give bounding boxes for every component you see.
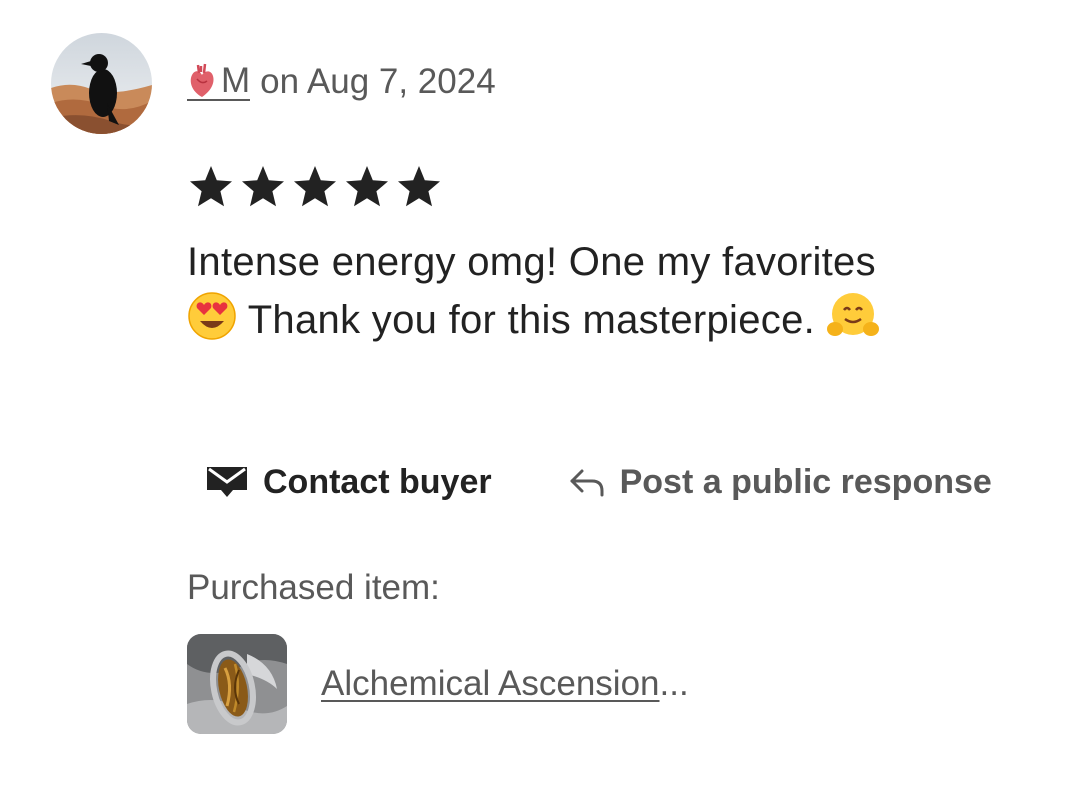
purchased-item-title: Alchemical Ascension	[321, 664, 660, 703]
purchased-item-link[interactable]: Alchemical Ascension...	[321, 664, 689, 704]
review-text: Intense energy omg! One my favorites Tha…	[187, 234, 1067, 349]
review-text-line-2: Thank you for this masterpiece.	[187, 291, 1067, 349]
star-icon	[346, 166, 388, 207]
star-icon	[190, 166, 232, 207]
raven-avatar-image	[51, 33, 152, 134]
reviewer-avatar[interactable]	[51, 33, 152, 134]
review-header: M on Aug 7, 2024	[187, 58, 496, 106]
heart-eyes-emoji-icon	[188, 292, 236, 340]
purchased-item-label: Purchased item:	[187, 568, 440, 607]
star-icon	[242, 166, 284, 207]
post-public-response-button[interactable]: Post a public response	[568, 463, 992, 502]
contact-buyer-button[interactable]: Contact buyer	[205, 463, 492, 502]
review-text-line-1: Intense energy omg! One my favorites	[187, 240, 876, 284]
purchased-item-ellipsis: ...	[659, 664, 689, 703]
post-public-response-label: Post a public response	[619, 462, 992, 501]
review-text-line-2-content: Thank you for this masterpiece.	[247, 298, 816, 342]
star-icon	[398, 166, 440, 207]
reviewer-name-link[interactable]: M	[187, 61, 251, 101]
anatomical-heart-icon	[190, 63, 214, 97]
reviewer-name: M	[221, 61, 251, 100]
purchased-item-thumbnail[interactable]	[187, 634, 287, 734]
purchased-item: Alchemical Ascension...	[187, 634, 689, 734]
envelope-icon	[207, 467, 247, 497]
review-actions: Contact buyer Post a public response	[205, 458, 992, 506]
star-icon	[294, 166, 336, 207]
rating-stars	[187, 163, 443, 211]
ring-product-image	[187, 634, 287, 734]
contact-buyer-label: Contact buyer	[263, 462, 492, 501]
hugging-face-emoji-icon	[827, 293, 880, 336]
reply-arrow-icon	[570, 469, 604, 497]
review-date: on Aug 7, 2024	[260, 62, 496, 101]
